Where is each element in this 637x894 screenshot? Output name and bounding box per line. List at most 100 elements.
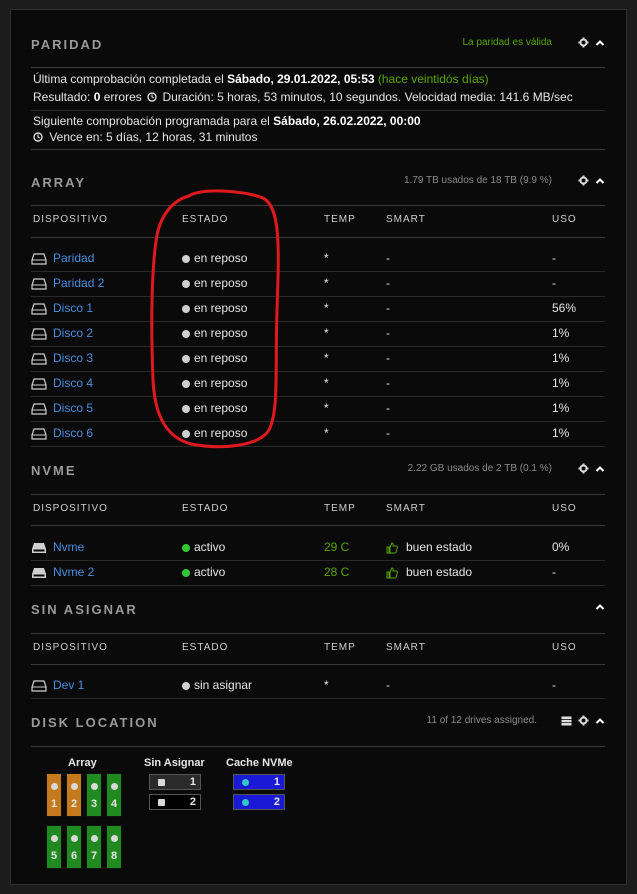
array-header-right: 1.79 TB usados de 18 TB (9.9 %) — [404, 175, 605, 186]
divider — [31, 205, 605, 206]
device-link[interactable]: Disco 6 — [53, 426, 93, 440]
temp-cell: 29 C — [324, 540, 350, 554]
state-cell: sin asignar — [182, 673, 252, 698]
temp-cell: * — [324, 351, 329, 365]
array-bay[interactable]: 4 — [106, 773, 122, 817]
device-link[interactable]: Disco 5 — [53, 401, 93, 415]
parity-errors-label: errores — [103, 90, 142, 104]
device-link[interactable]: Disco 4 — [53, 376, 93, 390]
disk-location-title: DISK LOCATION — [31, 715, 159, 730]
smart-text: - — [386, 326, 390, 340]
smart-text: buen estado — [406, 565, 473, 579]
table-row: Paridad en reposo * - - — [31, 246, 605, 272]
device-cell: Disco 3 — [31, 346, 93, 371]
parity-result-label: Resultado: — [33, 90, 91, 104]
status-dot-icon — [182, 543, 190, 552]
smart-cell: - — [386, 296, 390, 321]
array-bay[interactable]: 8 — [106, 825, 122, 869]
device-link[interactable]: Paridad — [53, 251, 94, 265]
status-dot-icon — [182, 429, 190, 438]
chevron-up-icon[interactable] — [595, 176, 605, 186]
chevron-up-icon[interactable] — [595, 38, 605, 48]
state-cell: activo — [182, 560, 225, 585]
chevron-up-icon[interactable] — [595, 464, 605, 474]
parity-header-right: La paridad es válida — [462, 37, 605, 48]
chevron-up-icon[interactable] — [595, 716, 605, 726]
parity-duration: Duración: 5 horas, 53 minutos, 10 segund… — [162, 90, 573, 104]
col-device: DISPOSITIVO — [33, 214, 108, 225]
array-bay[interactable]: 7 — [86, 825, 102, 869]
device-link[interactable]: Disco 3 — [53, 351, 93, 365]
device-link[interactable]: Nvme — [53, 540, 84, 554]
state-text: activo — [194, 565, 226, 579]
array-bay[interactable]: 5 — [46, 825, 62, 869]
location-group-array: Array — [68, 757, 97, 769]
bay-number: 8 — [110, 850, 118, 862]
temp-cell: * — [324, 678, 329, 692]
array-bay[interactable]: 3 — [86, 773, 102, 817]
state-cell: en reposo — [182, 321, 247, 346]
use-cell: - — [552, 251, 556, 265]
col-use: USO — [552, 503, 577, 514]
parity-last-check: Última comprobación completada el Sábado… — [33, 72, 489, 86]
state-text: en reposo — [194, 301, 248, 315]
state-text: en reposo — [194, 351, 248, 365]
divider — [31, 664, 605, 665]
device-link[interactable]: Dev 1 — [53, 678, 84, 692]
state-text: en reposo — [194, 276, 248, 290]
col-temp: TEMP — [324, 503, 356, 514]
disk-icon — [31, 346, 47, 371]
gear-icon[interactable] — [578, 715, 589, 726]
gear-icon[interactable] — [578, 463, 589, 474]
gear-icon[interactable] — [578, 175, 589, 186]
state-cell: en reposo — [182, 346, 247, 371]
smart-text: - — [386, 678, 390, 692]
smart-text: - — [386, 376, 390, 390]
disk-icon — [31, 321, 47, 346]
divider — [31, 494, 605, 495]
slot-number: 2 — [273, 796, 280, 808]
unassigned-title: SIN ASIGNAR — [31, 602, 138, 617]
disk-icon — [31, 296, 47, 321]
divider — [31, 237, 605, 238]
col-state: ESTADO — [182, 503, 229, 514]
chevron-up-icon[interactable] — [595, 602, 605, 612]
use-cell: - — [552, 276, 556, 290]
bay-number: 7 — [90, 850, 98, 862]
table-row: Disco 1 en reposo * - 56% — [31, 296, 605, 322]
array-bay[interactable]: 6 — [66, 825, 82, 869]
device-cell: Paridad — [31, 246, 94, 271]
temp-cell: * — [324, 251, 329, 265]
cache-slot[interactable]: 1 — [233, 774, 285, 790]
smart-text: - — [386, 301, 390, 315]
col-state: ESTADO — [182, 642, 229, 653]
drives-icon[interactable] — [561, 716, 572, 726]
parity-next-check-date: Sábado, 26.02.2022, 00:00 — [273, 114, 421, 128]
divider — [31, 67, 605, 68]
use-cell: 1% — [552, 351, 570, 365]
nvme-title: NVME — [31, 463, 77, 478]
disk-icon — [31, 535, 47, 560]
device-link[interactable]: Disco 1 — [53, 301, 93, 315]
device-link[interactable]: Paridad 2 — [53, 276, 104, 290]
smart-cell: - — [386, 673, 390, 698]
use-cell: 1% — [552, 376, 570, 390]
device-link[interactable]: Disco 2 — [53, 326, 93, 340]
array-bay[interactable]: 1 — [46, 773, 62, 817]
smart-cell: - — [386, 371, 390, 396]
cache-slot[interactable]: 2 — [233, 794, 285, 810]
array-bay[interactable]: 2 — [66, 773, 82, 817]
nvme-usage: 2.22 GB usados de 2 TB (0.1 %) — [407, 463, 552, 474]
unassigned-slot[interactable]: 1 — [149, 774, 201, 790]
device-link[interactable]: Nvme 2 — [53, 565, 94, 579]
device-cell: Disco 6 — [31, 421, 93, 446]
table-row: Disco 2 en reposo * - 1% — [31, 321, 605, 347]
smart-text: - — [386, 276, 390, 290]
temp-cell: * — [324, 276, 329, 290]
gear-icon[interactable] — [578, 37, 589, 48]
bay-number: 2 — [70, 798, 78, 810]
bay-number: 5 — [50, 850, 58, 862]
divider — [31, 110, 605, 111]
unassigned-slot[interactable]: 2 — [149, 794, 201, 810]
divider — [31, 633, 605, 634]
